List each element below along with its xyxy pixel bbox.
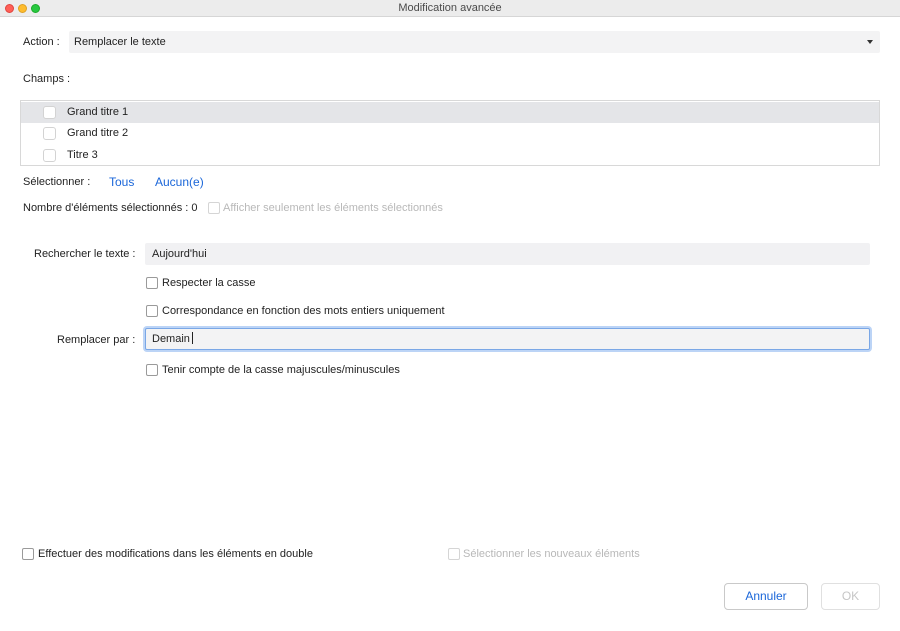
select-new-label: Sélectionner les nouveaux éléments [463, 548, 640, 560]
duplicates-label: Effectuer des modifications dans les élé… [38, 548, 313, 560]
show-selected-only-label: Afficher seulement les éléments sélectio… [223, 202, 443, 214]
fields-label: Champs : [23, 73, 71, 85]
field-row-titre-3[interactable]: Titre 3 [21, 145, 879, 166]
duplicates-checkbox[interactable] [22, 548, 34, 560]
field-label: Grand titre 1 [67, 106, 129, 118]
window-title: Modification avancée [398, 2, 502, 14]
replace-label: Remplacer par : [57, 334, 136, 346]
action-select-value: Remplacer le texte [74, 36, 166, 48]
match-case-checkbox[interactable] [146, 277, 158, 289]
field-checkbox[interactable] [43, 127, 56, 140]
respect-case-label: Tenir compte de la casse majuscules/minu… [162, 364, 400, 376]
field-checkbox[interactable] [43, 106, 56, 119]
show-selected-only-checkbox[interactable] [208, 202, 220, 214]
chevron-down-icon [867, 40, 873, 44]
fields-list: Grand titre 1 Grand titre 2 Titre 3 [20, 100, 880, 166]
match-case-label: Respecter la casse [162, 277, 256, 289]
title-bar: Modification avancée [0, 0, 900, 17]
select-new-checkbox[interactable] [448, 548, 460, 560]
replace-input-value: Demain [152, 333, 190, 345]
ok-button[interactable]: OK [821, 583, 880, 610]
field-label: Grand titre 2 [67, 127, 129, 139]
field-row-grand-titre-1[interactable]: Grand titre 1 [21, 102, 879, 123]
whole-words-checkbox[interactable] [146, 305, 158, 317]
select-label: Sélectionner : [23, 176, 91, 188]
search-label: Rechercher le texte : [34, 248, 136, 260]
action-label: Action : [23, 36, 60, 48]
field-checkbox[interactable] [43, 149, 56, 162]
replace-input[interactable]: Demain [145, 328, 870, 350]
cancel-button[interactable]: Annuler [724, 583, 808, 610]
whole-words-label: Correspondance en fonction des mots enti… [162, 305, 445, 317]
text-caret [191, 332, 193, 345]
action-select[interactable]: Remplacer le texte [69, 31, 880, 53]
search-input[interactable]: Aujourd'hui [145, 243, 870, 265]
field-label: Titre 3 [67, 149, 98, 161]
field-row-grand-titre-2[interactable]: Grand titre 2 [21, 123, 879, 144]
respect-case-checkbox[interactable] [146, 364, 158, 376]
select-none-link[interactable]: Aucun(e) [155, 175, 204, 189]
selected-count: Nombre d'éléments sélectionnés : 0 [23, 202, 198, 214]
select-all-link[interactable]: Tous [109, 175, 134, 189]
